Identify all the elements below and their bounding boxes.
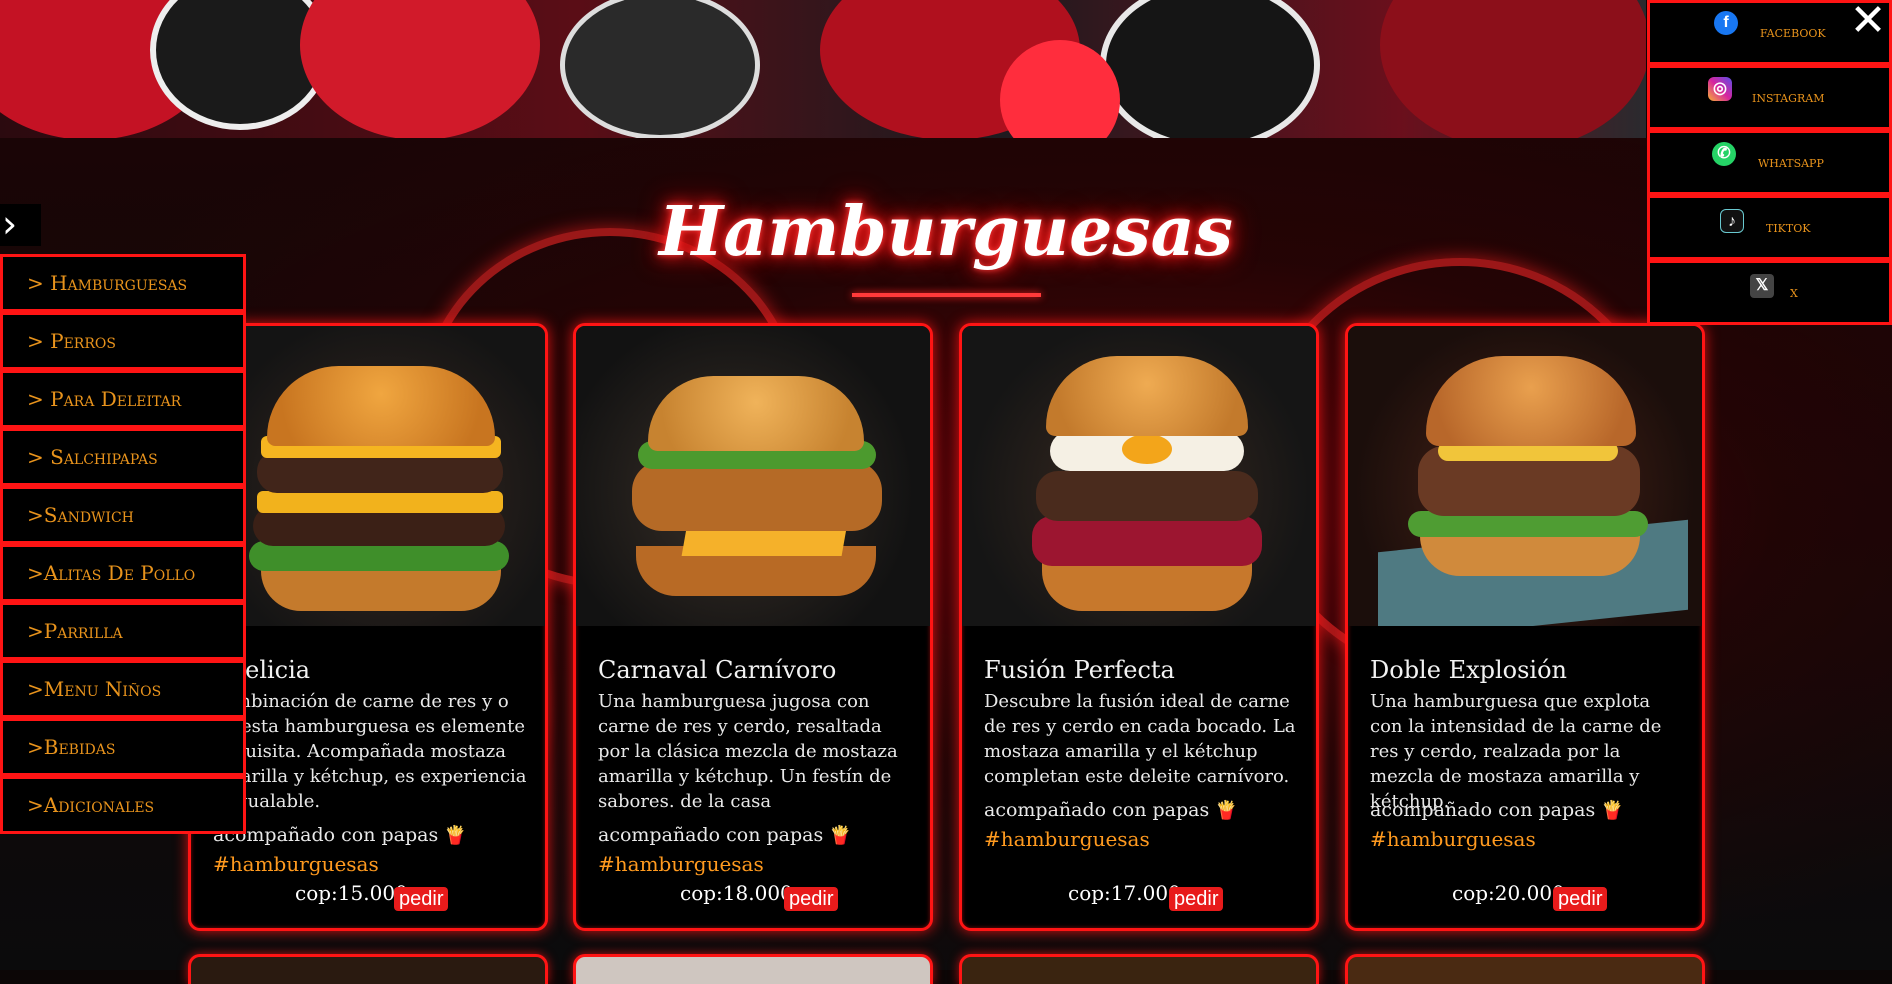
product-hashtag[interactable]: #hamburguesas (1370, 827, 1536, 851)
product-card: Fusión Perfecta Descubre la fusión ideal… (959, 323, 1319, 931)
product-price: cop:20.000 (1452, 881, 1565, 905)
order-button[interactable]: pedir (1169, 887, 1224, 911)
category-item-menu-ninos[interactable]: >Menu Niños (0, 660, 246, 718)
close-icon[interactable]: ✕ (1846, 0, 1890, 44)
product-description: Descubre la fusión ideal de carne de res… (984, 691, 1296, 787)
category-item-alitas-de-pollo[interactable]: >Alitas De Pollo (0, 544, 246, 602)
product-description: Una hamburguesa jugosa con carne de res … (598, 691, 898, 812)
fries-icon: 🍟 (829, 825, 852, 846)
product-side: acompañado con papas 🍟 (213, 824, 467, 846)
product-hashtag[interactable]: #hamburguesas (213, 852, 379, 876)
social-label: facebook (1760, 23, 1826, 41)
social-link-x[interactable]: 𝕏 x (1647, 260, 1892, 325)
order-button[interactable]: pedir (394, 887, 449, 911)
fries-icon: 🍟 (1601, 800, 1624, 821)
x-icon: 𝕏 (1750, 274, 1774, 298)
product-card-peek (573, 954, 933, 984)
product-card-peek (959, 954, 1319, 984)
social-label: x (1790, 283, 1798, 301)
product-description: Una hamburguesa que explota con la inten… (1370, 691, 1662, 812)
instagram-icon: ◎ (1708, 77, 1732, 101)
product-card: Doble Explosión Una hamburguesa que expl… (1345, 323, 1705, 931)
social-label: tiktok (1766, 218, 1811, 236)
category-item-perros[interactable]: > Perros (0, 312, 246, 370)
product-price: cop:17.000 (1068, 881, 1181, 905)
category-item-sandwich[interactable]: >Sandwich (0, 486, 246, 544)
social-link-whatsapp[interactable]: ✆ whatsapp (1647, 130, 1892, 195)
hero-banner (0, 0, 1646, 138)
product-name: Fusión Perfecta (984, 656, 1175, 684)
menu-toggle-button[interactable]: › (0, 204, 41, 246)
product-photo (1348, 326, 1702, 626)
social-link-tiktok[interactable]: ♪ tiktok (1647, 195, 1892, 260)
tiktok-icon: ♪ (1720, 209, 1744, 233)
category-item-adicionales[interactable]: >Adicionales (0, 776, 246, 834)
product-card: Carnaval Carnívoro Una hamburguesa jugos… (573, 323, 933, 931)
product-price: cop:15.000 (295, 881, 408, 905)
product-photo (962, 326, 1316, 626)
product-photo (576, 326, 930, 626)
product-card-peek (188, 954, 548, 984)
product-hashtag[interactable]: #hamburguesas (598, 852, 764, 876)
category-item-salchipapas[interactable]: > Salchipapas (0, 428, 246, 486)
social-label: instagram (1752, 88, 1825, 106)
title-underline (852, 293, 1041, 297)
product-side: acompañado con papas 🍟 (598, 824, 852, 846)
product-description: combinación de carne de res y o en esta … (213, 691, 527, 812)
category-item-bebidas[interactable]: >Bebidas (0, 718, 246, 776)
order-button[interactable]: pedir (1553, 887, 1608, 911)
product-side: acompañado con papas 🍟 (1370, 799, 1624, 821)
fries-icon: 🍟 (444, 825, 467, 846)
category-item-hamburguesas[interactable]: > Hamburguesas (0, 254, 246, 312)
whatsapp-icon: ✆ (1712, 142, 1736, 166)
product-name: Doble Explosión (1370, 656, 1568, 684)
category-item-parrilla[interactable]: >Parrilla (0, 602, 246, 660)
chevron-right-icon: › (2, 202, 18, 246)
product-side: acompañado con papas 🍟 (984, 799, 1238, 821)
social-menu: f facebook ◎ instagram ✆ whatsapp ♪ tikt… (1647, 0, 1892, 325)
fries-icon: 🍟 (1215, 800, 1238, 821)
category-item-para-deleitar[interactable]: > Para Deleitar (0, 370, 246, 428)
section-title: Hamburguesas (659, 192, 1233, 272)
social-label: whatsapp (1758, 153, 1824, 171)
category-menu: > Hamburguesas > Perros > Para Deleitar … (0, 254, 246, 834)
product-price: cop:18.000 (680, 881, 793, 905)
product-card-peek (1345, 954, 1705, 984)
social-link-instagram[interactable]: ◎ instagram (1647, 65, 1892, 130)
facebook-icon: f (1714, 11, 1738, 35)
product-hashtag[interactable]: #hamburguesas (984, 827, 1150, 851)
product-name: Carnaval Carnívoro (598, 656, 837, 684)
order-button[interactable]: pedir (784, 887, 839, 911)
